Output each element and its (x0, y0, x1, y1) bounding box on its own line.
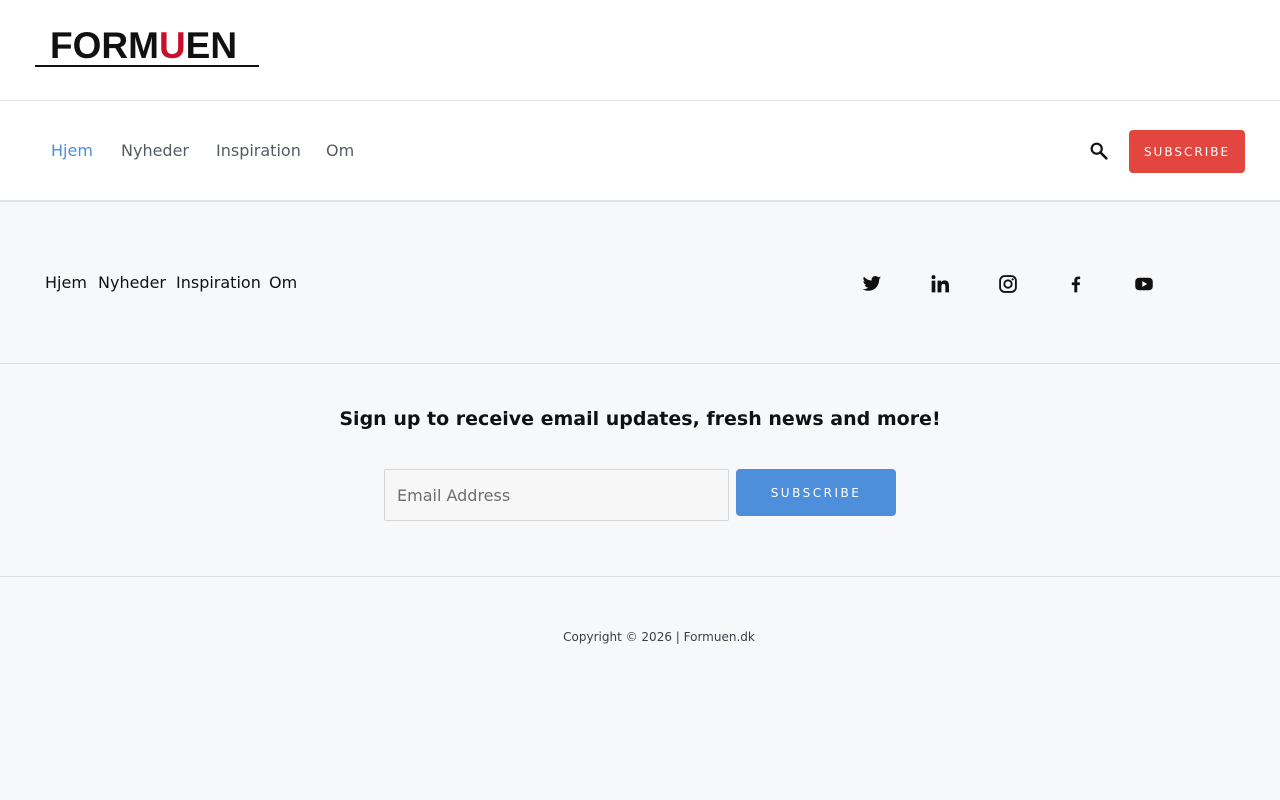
signup-title: Sign up to receive email updates, fresh … (339, 408, 941, 430)
site-header: FORMUEN (0, 0, 1280, 101)
youtube-icon (1135, 277, 1153, 291)
linkedin-icon (931, 275, 949, 293)
search-button[interactable] (1088, 140, 1110, 162)
footer-nav-item-nyheder[interactable]: Nyheder (98, 273, 166, 292)
facebook-icon (1071, 276, 1081, 293)
main-navigation: Hjem Nyheder Inspiration Om SUBSCRIBE (0, 101, 1280, 202)
facebook-link[interactable] (1066, 274, 1086, 294)
linkedin-link[interactable] (930, 274, 950, 294)
logo-underline (35, 65, 259, 67)
search-icon (1090, 142, 1108, 160)
footer-nav-item-inspiration[interactable]: Inspiration (176, 273, 261, 292)
twitter-icon (862, 276, 882, 291)
subscribe-button[interactable]: SUBSCRIBE (736, 469, 896, 516)
twitter-link[interactable] (862, 274, 882, 294)
subscribe-button-header[interactable]: SUBSCRIBE (1129, 130, 1245, 173)
instagram-icon (999, 275, 1017, 293)
copyright-text: Copyright © 2026 | Formuen.dk (563, 630, 755, 644)
logo-text: FORMUEN (50, 25, 238, 66)
footer-navigation: Hjem Nyheder Inspiration Om (0, 203, 1280, 364)
footer-nav-item-om[interactable]: Om (269, 273, 297, 292)
site-logo[interactable]: FORMUEN (35, 27, 259, 69)
nav-item-nyheder[interactable]: Nyheder (121, 141, 189, 160)
email-field[interactable] (384, 469, 729, 521)
site-footer: Copyright © 2026 | Formuen.dk (0, 577, 1280, 800)
footer-nav-item-hjem[interactable]: Hjem (45, 273, 87, 292)
youtube-link[interactable] (1134, 274, 1154, 294)
nav-item-inspiration[interactable]: Inspiration (216, 141, 301, 160)
nav-item-om[interactable]: Om (326, 141, 354, 160)
nav-item-hjem[interactable]: Hjem (51, 141, 93, 160)
instagram-link[interactable] (998, 274, 1018, 294)
newsletter-signup: Sign up to receive email updates, fresh … (0, 364, 1280, 577)
